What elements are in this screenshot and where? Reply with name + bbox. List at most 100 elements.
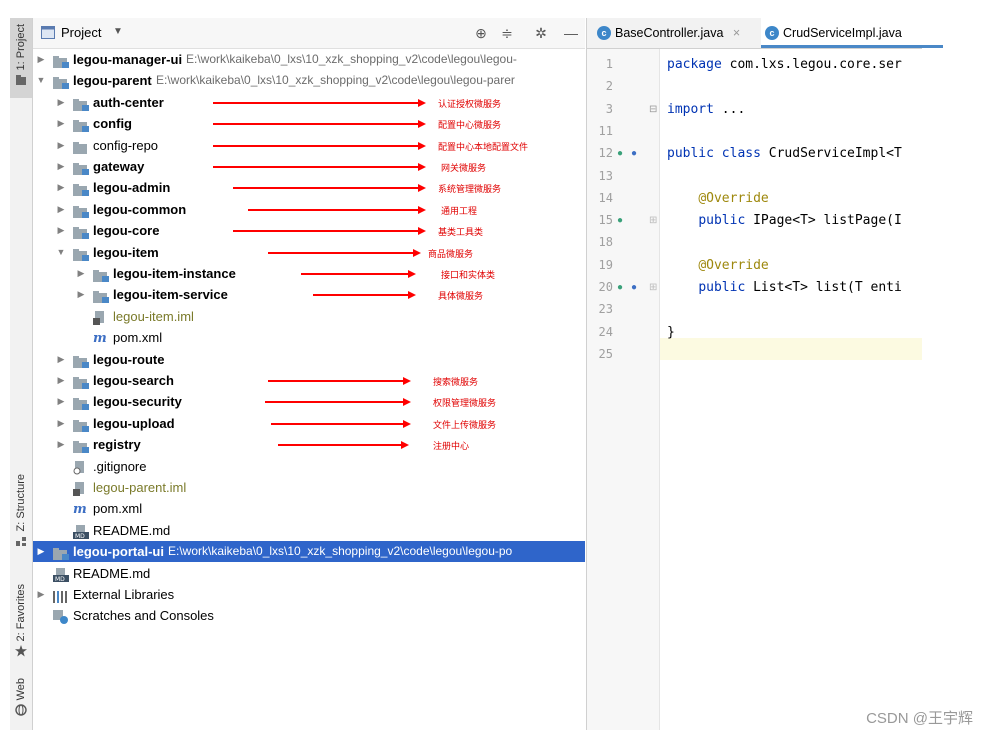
- chevron-right-icon[interactable]: ▶: [55, 135, 67, 156]
- tree-row[interactable]: ▶ legou-route: [33, 349, 585, 370]
- annotation-note: 具体微服务: [438, 292, 484, 303]
- tree-row[interactable]: legou-parent.iml: [33, 477, 585, 498]
- web-tool-tab[interactable]: Web: [10, 678, 32, 728]
- watermark: CSDN @王宇辉: [866, 710, 973, 727]
- annotation-note: 配置中心微服务: [438, 121, 502, 132]
- tree-row[interactable]: ▼ legou-parent E:\work\kaikeba\0_lxs\10_x…: [33, 70, 585, 91]
- annotation-arrowhead: [403, 419, 411, 428]
- tree-row[interactable]: ▶ External Libraries: [33, 584, 585, 605]
- annotation-arrow: [301, 273, 408, 275]
- project-view-icon: [41, 26, 55, 39]
- annotation-arrowhead: [403, 377, 411, 385]
- favorites-tool-tab[interactable]: 2: Favorites: [10, 584, 32, 666]
- gitignore-icon: [73, 460, 87, 475]
- annotation-note: 网关微服务: [441, 164, 487, 174]
- chevron-right-icon[interactable]: ▶: [55, 92, 67, 113]
- chevron-right-icon[interactable]: ▶: [55, 156, 67, 177]
- annotation-arrow: [248, 208, 418, 211]
- tree-item-label: legou-item: [93, 244, 159, 260]
- module-path: E:\work\kaikeba\0_lxs\10_xzk_shopping_v2…: [168, 544, 513, 559]
- tree-item-label: External Libraries: [73, 587, 175, 602]
- code-line: }: [667, 324, 675, 340]
- module-folder-icon: [73, 353, 89, 368]
- chevron-right-icon[interactable]: ▶: [55, 370, 67, 391]
- tab-crud-service-impl[interactable]: c CrudServiceImpl.java: [761, 18, 943, 48]
- chevron-right-icon[interactable]: ▶: [55, 434, 67, 455]
- library-icon: [53, 588, 67, 603]
- chevron-right-icon[interactable]: ▶: [55, 391, 67, 412]
- chevron-right-icon[interactable]: ▶: [75, 284, 87, 305]
- annotation-arrow: [265, 401, 403, 404]
- gear-icon[interactable]: ✲: [533, 25, 549, 41]
- code-area[interactable]: package com.lxs.legou.core.ser import ...…: [587, 49, 922, 730]
- chevron-down-icon[interactable]: ▼: [55, 242, 67, 263]
- module-folder-icon: [73, 417, 89, 432]
- code-line: import ...: [667, 101, 746, 117]
- tree-row[interactable]: ▶ legou-item-service: [33, 284, 585, 305]
- hide-panel-icon[interactable]: —: [563, 25, 579, 41]
- tree-row[interactable]: MD README.md: [33, 520, 585, 541]
- locate-icon[interactable]: ⊕: [473, 25, 489, 41]
- chevron-right-icon[interactable]: ▶: [35, 584, 47, 605]
- tree-row[interactable]: m pom.xml: [33, 498, 585, 519]
- tree-row[interactable]: legou-item.iml: [33, 306, 585, 327]
- chevron-right-icon[interactable]: ▶: [35, 49, 47, 70]
- tree-item-label: legou-item-instance: [113, 266, 236, 281]
- collapse-all-icon[interactable]: ≑: [499, 25, 515, 41]
- tree-item-label: pom.xml: [113, 330, 163, 346]
- chevron-right-icon[interactable]: ▶: [75, 263, 87, 284]
- annotation-arrowhead: [401, 441, 409, 450]
- tree-row[interactable]: ▶ legou-manager-ui E:\work\kaikeba\0_lxs\…: [33, 49, 585, 70]
- chevron-right-icon[interactable]: ▶: [55, 220, 67, 241]
- annotation-arrow: [213, 101, 418, 104]
- module-folder-icon: [73, 160, 89, 175]
- project-view-title: Project: [61, 25, 102, 40]
- chevron-down-icon[interactable]: ▼: [35, 70, 47, 91]
- tree-item-label: auth-center: [93, 94, 164, 110]
- chevron-right-icon[interactable]: ▶: [55, 199, 67, 220]
- tab-label: BaseController.java: [615, 26, 724, 40]
- annotation-arrow: [213, 166, 418, 168]
- maven-icon: m: [93, 331, 107, 347]
- structure-icon: [16, 537, 26, 547]
- tree-row[interactable]: MD README.md: [33, 563, 585, 584]
- tree-row[interactable]: Scratches and Consoles: [33, 605, 585, 626]
- tree-item-label: legou-core: [93, 223, 160, 239]
- annotation-arrow: [233, 230, 418, 233]
- annotation-arrowhead: [418, 163, 426, 171]
- annotation-note: 认证授权微服务: [438, 99, 502, 110]
- chevron-right-icon[interactable]: ▶: [55, 113, 67, 134]
- module-folder-icon: [73, 96, 89, 111]
- module-folder-icon: [73, 438, 89, 454]
- project-tool-tab-label: 1: Project: [15, 24, 27, 71]
- code-line: package com.lxs.legou.core.ser: [667, 57, 902, 72]
- close-icon[interactable]: ×: [733, 26, 740, 40]
- web-tool-tab-label: Web: [15, 678, 27, 701]
- tree-item-label: config: [93, 116, 132, 132]
- project-panel-header: Project ▼ ⊕ ≑ ✲ —: [33, 18, 585, 49]
- module-folder-icon: [53, 545, 69, 561]
- chevron-down-icon[interactable]: ▼: [113, 26, 123, 37]
- tree-item-label: legou-portal-ui: [73, 544, 164, 560]
- code-line: @Override: [698, 257, 769, 273]
- annotation-arrow: [268, 380, 403, 382]
- chevron-right-icon[interactable]: ▶: [35, 541, 47, 562]
- tree-row[interactable]: .gitignore: [33, 456, 585, 477]
- tab-base-controller[interactable]: c BaseController.java ×: [593, 18, 775, 48]
- chevron-right-icon[interactable]: ▶: [55, 349, 67, 370]
- annotation-arrow: [271, 422, 403, 425]
- code-line: public IPage<T> listPage(I: [698, 213, 902, 229]
- tree-item-label: legou-route: [93, 351, 165, 367]
- tree-row[interactable]: ▶ legou-portal-ui E:\work\kaikeba\0_lxs\1…: [33, 541, 585, 563]
- annotation-arrow: [213, 123, 418, 126]
- module-folder-icon: [73, 224, 89, 240]
- chevron-right-icon[interactable]: ▶: [55, 413, 67, 434]
- tree-row[interactable]: m pom.xml: [33, 327, 585, 348]
- tree-item-label: .gitignore: [93, 458, 147, 474]
- project-tool-tab[interactable]: 1: Project: [10, 18, 32, 98]
- code-line: @Override: [698, 190, 769, 206]
- structure-tool-tab[interactable]: Z: Structure: [10, 474, 32, 564]
- code-line: public class CrudServiceImpl<T: [667, 146, 902, 162]
- chevron-right-icon[interactable]: ▶: [55, 177, 67, 198]
- annotation-arrowhead: [403, 398, 411, 407]
